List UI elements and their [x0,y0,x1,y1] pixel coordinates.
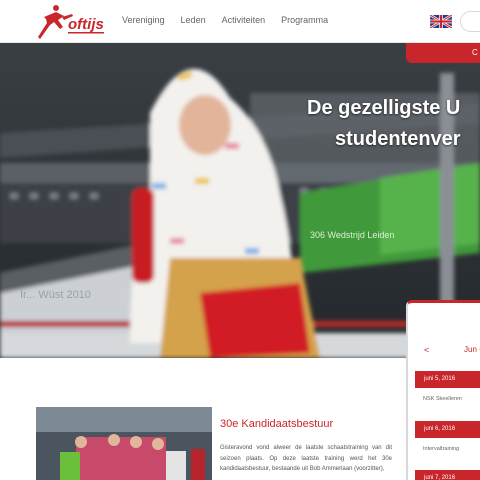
hero-title-line1: De gezelligste U [307,97,461,119]
calendar-prev-button[interactable]: < [424,345,429,355]
site-logo[interactable]: oftijs [38,3,108,41]
banner-text: Ir... Wüst 2010 [20,289,91,301]
uk-flag-icon[interactable] [430,15,452,28]
calendar-date: juni 7, 2016 [415,470,480,480]
article-title[interactable]: 30e Kandidaatsbestuur [220,418,333,430]
logo-text: oftijs [68,16,104,33]
calendar-date: juni 6, 2016 [415,421,480,438]
nav-vereniging[interactable]: Vereniging [122,15,165,25]
event-calendar: < Jun - juni 5, 2016 NSK Skeelleren juni… [406,300,480,480]
calendar-date: juni 5, 2016 [415,371,480,388]
article-excerpt: Gisteravond vond alweer de laatste schaa… [220,445,392,472]
hero-tab-button[interactable]: C [406,43,480,63]
search-input[interactable] [460,11,480,32]
article-image[interactable] [36,407,212,480]
nav-programma[interactable]: Programma [281,15,328,25]
calendar-event[interactable]: NSK Skeelleren [423,396,462,402]
nav-activiteiten[interactable]: Activiteiten [222,15,266,25]
nav-leden[interactable]: Leden [181,15,206,25]
calendar-event[interactable]: Intervaltraining [423,446,459,452]
main-nav: Vereniging Leden Activiteiten Programma [122,15,344,25]
board-text: 306 Wedstrijd Leiden [310,230,394,240]
page: oftijs Vereniging Leden Activiteiten Pro… [0,0,480,480]
site-header: oftijs Vereniging Leden Activiteiten Pro… [0,0,480,43]
hero-title-line2: studentenver [335,128,461,150]
calendar-month-label: Jun - [464,345,480,354]
